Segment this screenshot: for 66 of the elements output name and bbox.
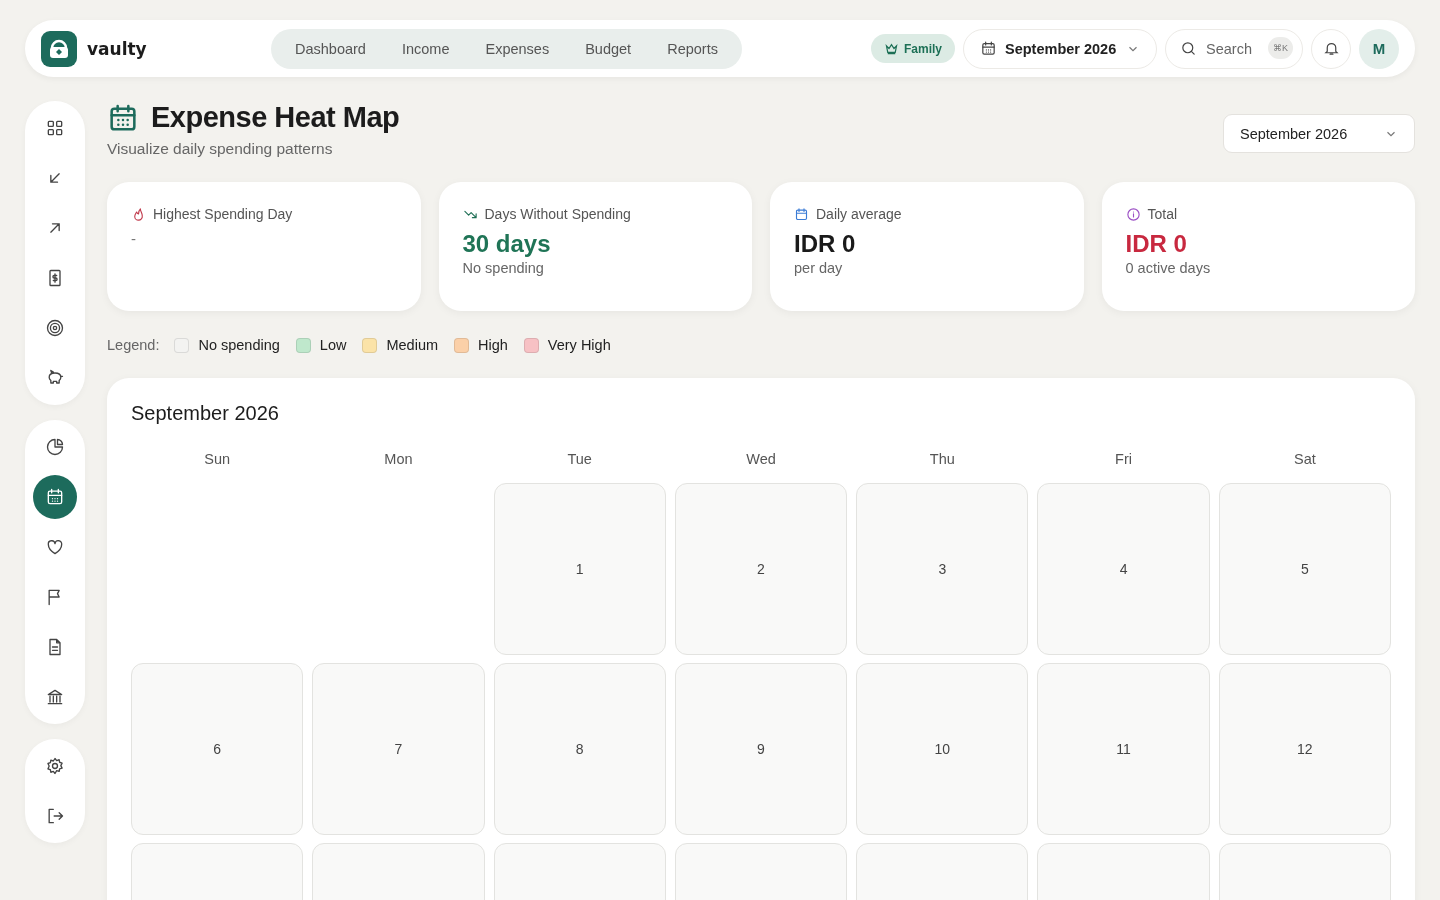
day-cell[interactable]: 4 xyxy=(1037,483,1210,655)
search-icon xyxy=(1180,39,1197,57)
day-cell[interactable]: 2 xyxy=(674,483,848,655)
settings-icon xyxy=(45,756,65,776)
nav-tab[interactable]: Dashboard xyxy=(277,40,384,57)
bank-icon xyxy=(45,687,65,707)
nav-tab[interactable]: Budget xyxy=(567,40,650,57)
day-cell[interactable]: 3 xyxy=(856,483,1029,655)
stat-note: 0 active days xyxy=(1125,260,1212,276)
stat-value: - xyxy=(131,230,137,247)
target-icon xyxy=(45,318,65,338)
heart-icon xyxy=(45,537,65,557)
pie-chart-icon xyxy=(45,437,65,457)
nav-tab[interactable]: Reports xyxy=(649,40,736,57)
stat-value: 30 days xyxy=(462,230,552,258)
page-subtitle: Visualize daily spending patterns xyxy=(107,140,334,158)
stat-value: IDR 0 xyxy=(794,230,857,258)
legend-text: Very High xyxy=(547,337,611,353)
day-cell[interactable]: 12 xyxy=(1218,663,1391,835)
bell-icon xyxy=(1322,40,1340,57)
calendar-icon xyxy=(980,40,997,57)
legend-text: High xyxy=(478,337,508,353)
day-cell[interactable]: 1 xyxy=(493,483,666,655)
legend-text: Low xyxy=(319,337,347,353)
stat-note: per day xyxy=(794,260,844,276)
brand-name: vaulty xyxy=(87,38,147,59)
day-cell[interactable]: 10 xyxy=(856,663,1029,835)
nav-tab[interactable]: Income xyxy=(383,40,468,57)
stat-note: No spending xyxy=(462,260,545,276)
stat-label: Total xyxy=(1147,206,1178,222)
weekday-label: Sat xyxy=(1292,451,1317,467)
weekday-label: Tue xyxy=(566,451,593,467)
legend-text: Medium xyxy=(386,337,439,353)
sidebar-calendar-button[interactable] xyxy=(33,475,77,519)
day-cell[interactable]: 6 xyxy=(131,663,304,835)
calendar-title: September 2026 xyxy=(131,402,280,425)
avatar[interactable]: M xyxy=(1359,28,1399,69)
day-cell[interactable]: 11 xyxy=(1037,663,1210,835)
nav-tab[interactable]: Expenses xyxy=(467,40,568,57)
calendar-icon xyxy=(794,206,809,222)
day-cell[interactable]: 5 xyxy=(1218,483,1391,655)
stat-value: IDR 0 xyxy=(1125,230,1188,258)
calendar-icon xyxy=(45,487,65,507)
stat-label: Daily average xyxy=(816,206,902,222)
crown-icon xyxy=(884,41,899,56)
weekday-label: Thu xyxy=(928,451,956,467)
day-cell[interactable]: 9 xyxy=(674,663,848,835)
weekday-label: Fri xyxy=(1114,451,1133,467)
logo-icon xyxy=(41,30,77,67)
stat-label: Highest Spending Day xyxy=(153,206,293,222)
info-icon xyxy=(1125,206,1141,222)
page-title: Expense Heat Map xyxy=(151,101,400,134)
legend-label: Legend: xyxy=(107,337,160,353)
day-cell[interactable]: 8 xyxy=(493,663,666,835)
grid-icon xyxy=(45,118,65,138)
weekday-label: Wed xyxy=(745,451,777,467)
weekday-label: Sun xyxy=(203,451,232,467)
period-picker[interactable]: September 2026 xyxy=(963,28,1157,69)
stat-label: Days Without Spending xyxy=(484,206,631,222)
month-select[interactable]: September 2026 xyxy=(1223,114,1415,153)
legend-text: No spending xyxy=(198,337,280,353)
flame-icon xyxy=(131,206,146,222)
plan-badge: Family xyxy=(871,34,955,63)
notifications-button[interactable] xyxy=(1311,28,1351,69)
weekday-label: Mon xyxy=(383,451,414,467)
day-cell[interactable]: 7 xyxy=(312,663,485,835)
